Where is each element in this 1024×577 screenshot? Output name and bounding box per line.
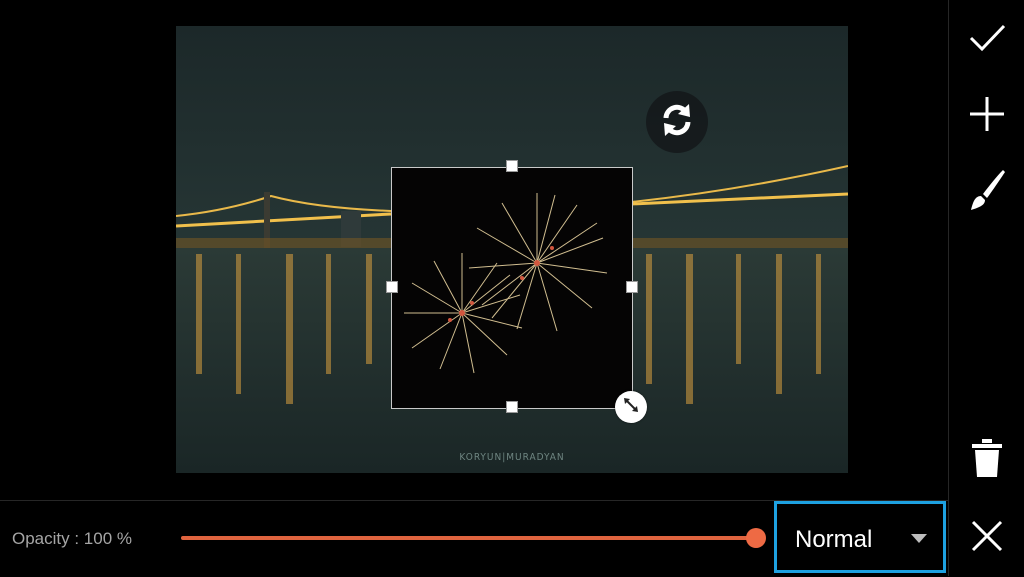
top-resize-handle[interactable]	[506, 160, 518, 172]
brush-button[interactable]	[949, 162, 1024, 222]
plus-icon	[967, 94, 1007, 139]
scale-rotate-handle[interactable]	[615, 391, 647, 423]
bottom-bar: Opacity : 100 % Normal	[0, 500, 948, 577]
close-button[interactable]	[949, 508, 1024, 568]
overlay-image[interactable]	[391, 167, 633, 409]
apply-button[interactable]	[949, 10, 1024, 70]
opacity-slider-thumb[interactable]	[746, 528, 766, 548]
add-button[interactable]	[949, 86, 1024, 146]
trash-icon	[972, 438, 1002, 482]
rotate-icon	[657, 100, 697, 145]
right-toolbar	[948, 0, 1024, 576]
opacity-slider[interactable]	[181, 528, 766, 548]
caret-down-icon	[911, 534, 927, 543]
canvas-area: KORYUN|MURADYAN	[0, 0, 948, 500]
delete-button[interactable]	[949, 430, 1024, 490]
left-resize-handle[interactable]	[386, 281, 398, 293]
brush-icon	[967, 168, 1007, 217]
close-icon	[970, 519, 1004, 558]
opacity-label: Opacity : 100 %	[12, 529, 133, 548]
bottom-resize-handle[interactable]	[506, 401, 518, 413]
photo-watermark: KORYUN|MURADYAN	[459, 452, 565, 463]
fireworks-image	[404, 193, 608, 374]
blend-mode-select[interactable]: Normal	[774, 501, 946, 573]
resize-diagonal-icon	[622, 396, 640, 419]
checkmark-icon	[967, 18, 1007, 63]
blend-mode-value: Normal	[795, 526, 873, 553]
right-resize-handle[interactable]	[626, 281, 638, 293]
rotate-button[interactable]	[646, 91, 708, 153]
